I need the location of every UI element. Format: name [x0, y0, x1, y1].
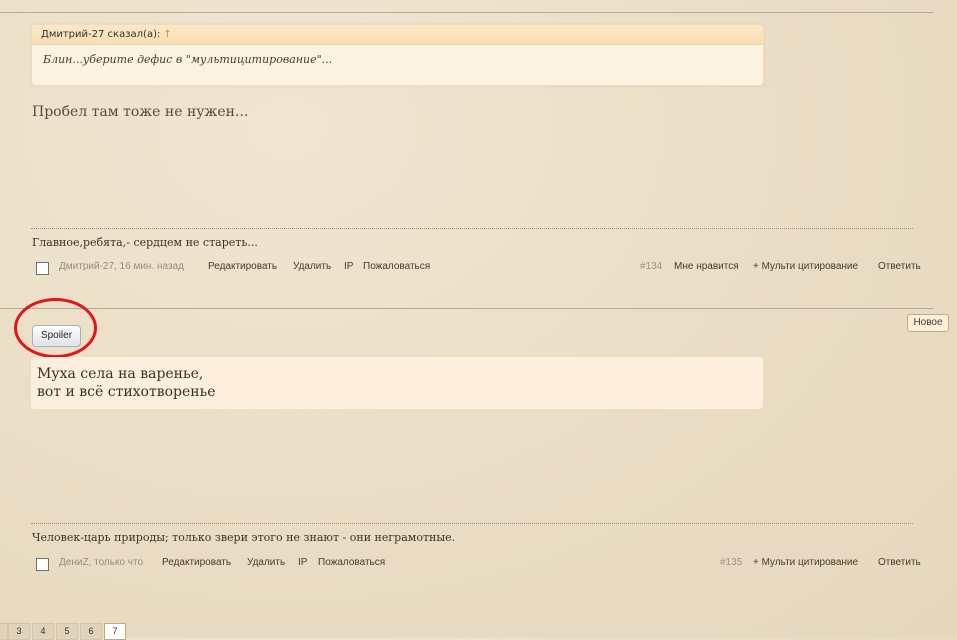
post-body: Муха села на варенье, вот и всё стихотво…	[31, 357, 763, 409]
post-body: Пробел там тоже не нужен...	[32, 104, 249, 120]
edit-link[interactable]: Редактировать	[162, 557, 231, 568]
delete-link[interactable]: Удалить	[293, 261, 331, 272]
page-link[interactable]: 6	[80, 623, 102, 640]
delete-link[interactable]: Удалить	[247, 557, 285, 568]
edit-link[interactable]: Редактировать	[208, 261, 277, 272]
post-line: вот и всё стихотворенье	[37, 384, 216, 400]
ip-link[interactable]: IP	[298, 557, 307, 568]
post-line: Муха села на варенье,	[37, 366, 204, 382]
highlight-circle	[14, 298, 97, 358]
quote-source-arrow-icon[interactable]: ↑	[163, 29, 171, 40]
reply-link[interactable]: Ответить	[878, 261, 921, 272]
multiquote-link[interactable]: + Мульти цитирование	[753, 557, 858, 568]
post-number[interactable]: #135	[720, 557, 742, 568]
post-number[interactable]: #134	[640, 261, 662, 272]
current-page: 7	[104, 623, 126, 640]
report-link[interactable]: Пожаловаться	[318, 557, 385, 568]
multiquote-link[interactable]: + Мульти цитирование	[753, 261, 858, 272]
reply-link[interactable]: Ответить	[878, 557, 921, 568]
quote-author: Дмитрий-27 сказал(а):	[41, 29, 161, 40]
signature: Главное,ребята,- сердцем не стареть...	[32, 236, 258, 249]
quote-block: Дмитрий-27 сказал(а): ↑ Блин...уберите де…	[31, 24, 764, 86]
select-post-checkbox[interactable]	[36, 558, 49, 571]
post-actions: Дмитрий-27, 16 мин. назад Редактировать …	[36, 261, 926, 277]
quote-header: Дмитрий-27 сказал(а): ↑	[32, 25, 763, 45]
post-actions: ДениZ, только что Редактировать Удалить …	[36, 557, 926, 573]
page-link[interactable]: 3	[8, 623, 30, 640]
page-link[interactable]: 5	[56, 623, 78, 640]
signature-divider	[31, 523, 913, 524]
select-post-checkbox[interactable]	[36, 262, 49, 275]
post-separator	[0, 12, 933, 13]
ip-link[interactable]: IP	[344, 261, 353, 272]
quote-text: Блин...уберите дефис в "мультицитировани…	[43, 53, 333, 66]
page-link[interactable]: 4	[32, 623, 54, 640]
like-link[interactable]: Мне нравится	[674, 261, 739, 272]
signature-divider	[31, 228, 913, 229]
report-link[interactable]: Пожаловаться	[363, 261, 430, 272]
signature: Человек-царь природы; только звери этого…	[32, 531, 456, 544]
new-badge: Новое	[907, 314, 949, 332]
post-separator	[0, 308, 933, 309]
page-link[interactable]	[0, 623, 8, 640]
post-author[interactable]: Дмитрий-27, 16 мин. назад	[59, 261, 184, 272]
post-author[interactable]: ДениZ, только что	[59, 557, 143, 568]
